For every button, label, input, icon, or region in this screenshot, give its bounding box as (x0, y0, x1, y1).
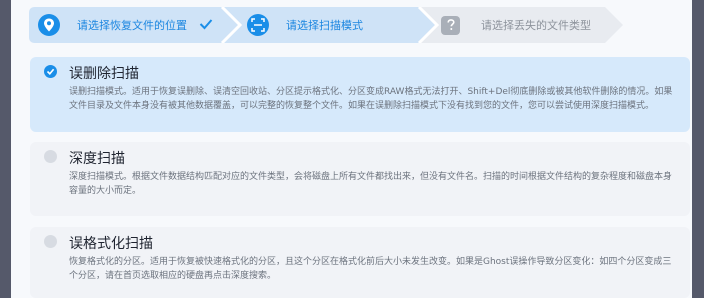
step-label: 请选择恢复文件的位置 (77, 19, 187, 32)
scan-option-deep[interactable]: 深度扫描 深度扫描模式。根据文件数据结构匹配对应的文件类型，会将磁盘上所有文件都… (30, 142, 690, 216)
option-description: 误删扫描模式。适用于恢复误删除、误清空回收站、分区提示格式化、分区变成RAW格式… (69, 87, 673, 111)
radio-checked-icon[interactable] (44, 65, 57, 78)
option-description: 恢复格式化的分区。适用于恢复被快速格式化的分区，且这个分区在格式化前后大小未发生… (69, 257, 672, 281)
option-title: 深度扫描 (69, 151, 125, 167)
step-select-location[interactable]: 请选择恢复文件的位置 (38, 7, 187, 43)
step-label: 请选择丢失的文件类型 (481, 19, 591, 32)
radio-unchecked-icon[interactable] (44, 235, 57, 248)
step-progress-bar: 请选择恢复文件的位置 请选择扫描模式 请选择丢失的文件类型 (29, 7, 623, 43)
scan-option-format[interactable]: 误格式化扫描 恢复格式化的分区。适用于恢复被快速格式化的分区，且这个分区在格式化… (30, 227, 690, 298)
option-title: 误删除扫描 (69, 66, 139, 82)
option-description: 深度扫描模式。根据文件数据结构匹配对应的文件类型，会将磁盘上所有文件都找出来，但… (69, 172, 673, 196)
step-select-scan-mode[interactable]: 请选择扫描模式 (247, 7, 363, 43)
window-frame-right (692, 0, 704, 298)
scan-option-deleted[interactable]: 误删除扫描 误删扫描模式。适用于恢复误删除、误清空回收站、分区提示格式化、分区变… (30, 57, 690, 132)
step-select-file-type[interactable]: 请选择丢失的文件类型 (441, 7, 591, 43)
checkmark-icon (199, 19, 213, 30)
option-title: 误格式化扫描 (69, 236, 153, 252)
step-label: 请选择扫描模式 (286, 19, 363, 32)
question-icon (441, 15, 460, 35)
radio-unchecked-icon[interactable] (44, 150, 57, 163)
location-pin-icon (38, 14, 60, 36)
window-frame-left (0, 0, 11, 298)
scan-icon (247, 14, 269, 36)
